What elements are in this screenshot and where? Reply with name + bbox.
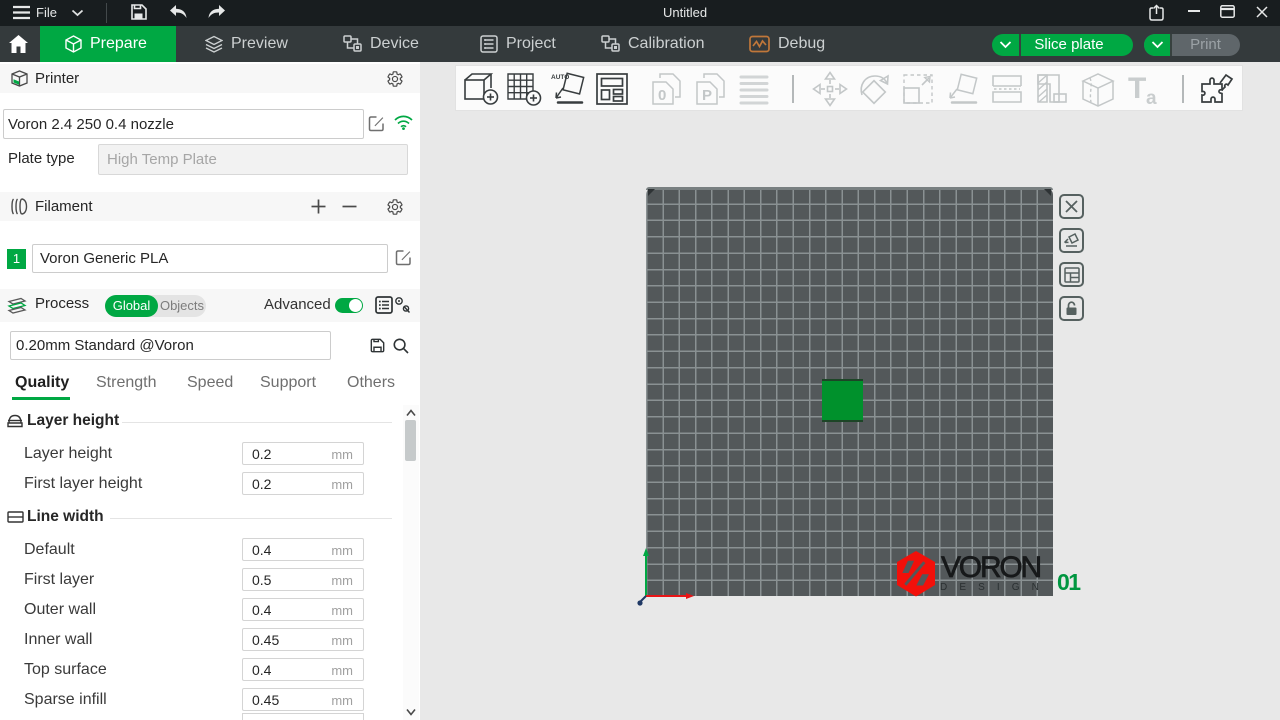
- svg-text:a: a: [1146, 88, 1157, 107]
- svg-text:P: P: [702, 87, 712, 104]
- svg-text:T: T: [1128, 72, 1146, 105]
- svg-text:0: 0: [658, 87, 666, 104]
